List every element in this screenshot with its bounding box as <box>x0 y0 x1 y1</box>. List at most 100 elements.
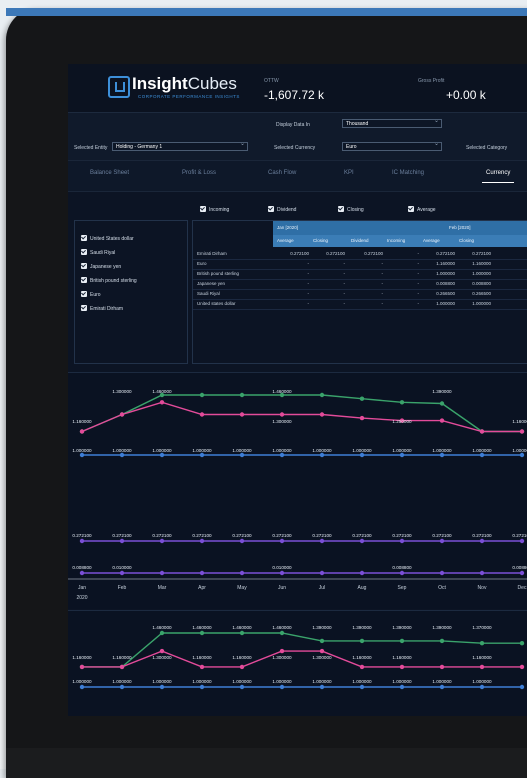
checkbox-icon <box>81 277 87 283</box>
data-label: 1.390000 <box>392 625 412 630</box>
data-point <box>439 401 445 406</box>
kpi-value-gross-profit: +0.00 k <box>446 88 486 102</box>
currency-filter-list: United States dollar Saudi Riyal Japanes… <box>74 220 188 364</box>
data-label: 1.390000 <box>432 389 452 394</box>
currency-option[interactable]: Saudi Riyal <box>81 249 115 256</box>
data-point <box>479 641 485 646</box>
data-point <box>159 570 165 576</box>
currency-select[interactable]: Euro <box>342 140 442 151</box>
filter-dividend-label: Dividend <box>277 207 297 213</box>
data-point <box>239 570 245 576</box>
currency-option-label: Japanese yen <box>90 264 122 270</box>
filter-incoming-checkbox[interactable]: Incoming <box>200 206 229 213</box>
data-point <box>239 684 245 690</box>
series-line <box>82 650 522 668</box>
data-point <box>439 664 445 670</box>
x-tick-label: Aug <box>358 585 367 591</box>
data-point <box>79 664 85 670</box>
tab-kpi[interactable]: KPI <box>344 170 354 176</box>
data-point <box>479 538 485 544</box>
column-header: Average <box>277 238 294 243</box>
data-point <box>359 396 365 401</box>
x-tick-label: Nov <box>478 585 487 591</box>
table-cell: - <box>381 261 384 266</box>
row-divider <box>193 269 527 270</box>
table-cell: 1.000000 <box>472 301 491 306</box>
tab-ic-matching[interactable]: IC Matching <box>392 170 424 176</box>
data-point <box>279 684 285 690</box>
data-label: 0.272100 <box>512 533 527 538</box>
data-label: 1.160000 <box>72 655 92 660</box>
table-cell: 0.272100 <box>326 251 345 256</box>
filter-incoming-label: Incoming <box>209 207 230 213</box>
tab-currency[interactable]: Currency <box>481 170 515 183</box>
table-cell: 1.160000 <box>436 261 455 266</box>
data-point <box>479 452 485 458</box>
data-point <box>119 570 125 576</box>
entity-select[interactable]: Holding - Germany 1 <box>112 140 248 151</box>
currency-option[interactable]: British pound sterling <box>81 277 137 284</box>
data-label: 1.250000 <box>392 419 412 424</box>
data-point <box>239 538 245 544</box>
laptop-top-band <box>6 8 527 16</box>
series-line <box>81 401 522 433</box>
data-point <box>359 570 365 576</box>
filter-dividend-checkbox[interactable]: Dividend <box>268 206 296 213</box>
kpi-label-ottw: OTTW <box>264 78 279 84</box>
data-point <box>279 412 285 417</box>
currency-option[interactable]: Euro <box>81 291 101 298</box>
data-point <box>479 664 485 670</box>
data-point <box>279 648 285 654</box>
data-point <box>399 538 405 544</box>
tab-profit-loss[interactable]: Profit & Loss <box>182 170 216 176</box>
x-tick-label: May <box>237 585 247 591</box>
table-cell: 0.266500 <box>472 291 491 296</box>
x-tick-label: Jun <box>278 585 286 591</box>
data-label: 1.000000 <box>112 448 132 453</box>
filter-closing-checkbox[interactable]: Closing <box>338 206 364 213</box>
table-cell: 1.000000 <box>436 271 455 276</box>
display-data-select[interactable]: Thousand <box>342 117 442 128</box>
data-point <box>79 538 85 544</box>
checkbox-icon <box>81 249 87 255</box>
data-label: 1.000000 <box>152 448 172 453</box>
currency-option[interactable]: United States dollar <box>81 235 134 242</box>
kpi-label-gross-profit: Gross Profit <box>418 78 445 84</box>
data-point <box>319 452 325 458</box>
data-label: 1.000000 <box>512 448 527 453</box>
currency-option[interactable]: Emirati Dirham <box>81 305 123 312</box>
table-cell: - <box>417 261 420 266</box>
tab-balance-sheet[interactable]: Balance Sheet <box>90 170 129 176</box>
data-point <box>399 638 405 644</box>
filter-average-checkbox[interactable]: Average <box>408 206 436 213</box>
checkbox-icon <box>81 291 87 297</box>
period-header: Feb [2020] <box>449 225 471 230</box>
series-line <box>81 394 522 433</box>
tab-cash-flow[interactable]: Cash Flow <box>268 170 296 176</box>
data-point <box>199 392 205 398</box>
brand-tagline: CORPORATE PERFORMANCE INSIGHTS <box>138 94 240 99</box>
x-tick-label: Apr <box>198 585 206 591</box>
data-point <box>399 664 405 670</box>
data-point <box>479 429 485 434</box>
data-label: 1.160000 <box>232 655 252 660</box>
data-point <box>239 392 245 398</box>
data-point <box>159 538 165 544</box>
data-point <box>119 538 125 544</box>
checkbox-icon <box>268 206 274 212</box>
currency-option[interactable]: Japanese yen <box>81 263 121 270</box>
data-label: 0.272100 <box>152 533 172 538</box>
data-label: 0.272100 <box>272 533 292 538</box>
data-label: 1.160000 <box>112 655 132 660</box>
currency-option-label: British pound sterling <box>90 278 137 284</box>
data-point <box>159 400 165 405</box>
table-cell: - <box>417 291 420 296</box>
data-label: 1.460000 <box>192 625 212 630</box>
data-label: 1.000000 <box>312 448 332 453</box>
data-point <box>399 452 405 458</box>
x-tick-label: Oct <box>438 585 446 591</box>
data-label: 0.272100 <box>72 533 92 538</box>
data-point <box>319 648 325 654</box>
data-point <box>359 538 365 544</box>
data-point <box>399 684 405 690</box>
